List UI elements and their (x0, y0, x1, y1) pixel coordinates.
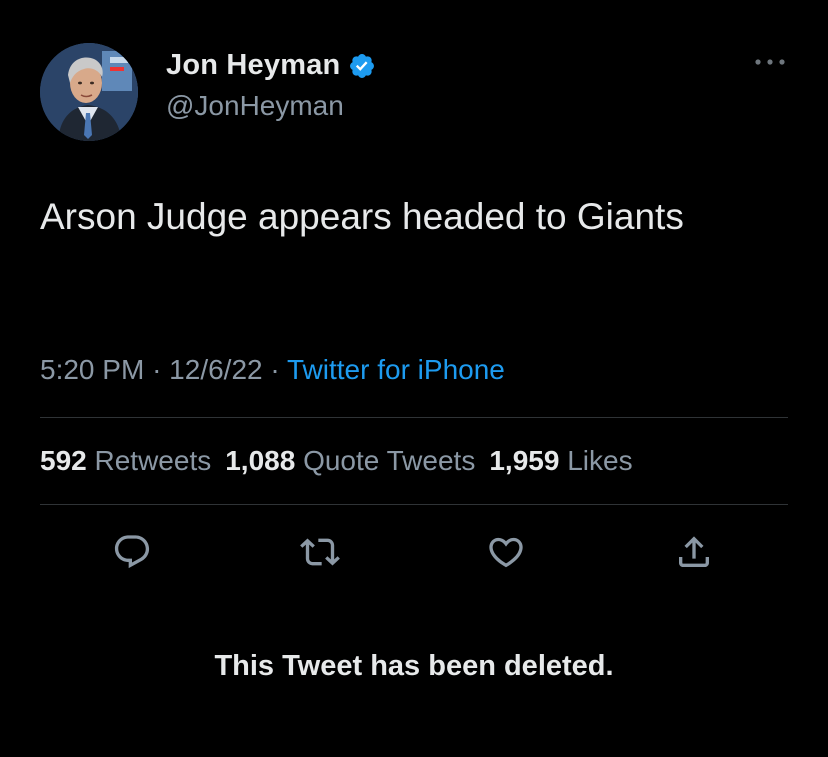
tweet-header: Jon Heyman @JonHeyman (40, 43, 788, 141)
profile-photo (40, 43, 138, 141)
divider (40, 504, 788, 505)
tweet-stats: 592 Retweets 1,088 Quote Tweets 1,959 Like… (40, 445, 633, 477)
more-options-icon[interactable] (752, 55, 788, 69)
avatar[interactable] (40, 43, 138, 141)
quotes-count: 1,088 (225, 445, 296, 476)
tweet-time[interactable]: 5:20 PM (40, 354, 144, 385)
retweet-icon[interactable] (298, 530, 342, 574)
name-row: Jon Heyman (166, 49, 376, 82)
meta-separator: · (152, 354, 162, 385)
handle[interactable]: @JonHeyman (166, 90, 344, 122)
retweets-count: 592 (40, 445, 87, 476)
likes-label: Likes (567, 445, 633, 476)
deleted-tweet-notice: This Tweet has been deleted. (214, 650, 614, 682)
tweet-text: Arson Judge appears headed to Giants (40, 196, 684, 237)
divider (40, 417, 788, 418)
retweets-stat[interactable]: 592 Retweets (40, 445, 211, 476)
reply-icon[interactable] (110, 530, 154, 574)
likes-count: 1,959 (489, 445, 560, 476)
tweet-source-link[interactable]: Twitter for iPhone (287, 354, 505, 385)
heart-icon[interactable] (484, 530, 528, 574)
action-bar (0, 530, 828, 574)
display-name[interactable]: Jon Heyman (166, 49, 340, 82)
meta-separator: · (270, 354, 280, 385)
share-icon[interactable] (672, 530, 716, 574)
quotes-stat[interactable]: 1,088 Quote Tweets (225, 445, 475, 476)
retweets-label: Retweets (94, 445, 212, 476)
verified-badge-icon (348, 52, 376, 80)
tweet-date[interactable]: 12/6/22 (169, 354, 262, 385)
likes-stat[interactable]: 1,959 Likes (489, 445, 632, 476)
quotes-label: Quote Tweets (303, 445, 476, 476)
tweet-meta: 5:20 PM · 12/6/22 · Twitter for iPhone (40, 354, 505, 386)
